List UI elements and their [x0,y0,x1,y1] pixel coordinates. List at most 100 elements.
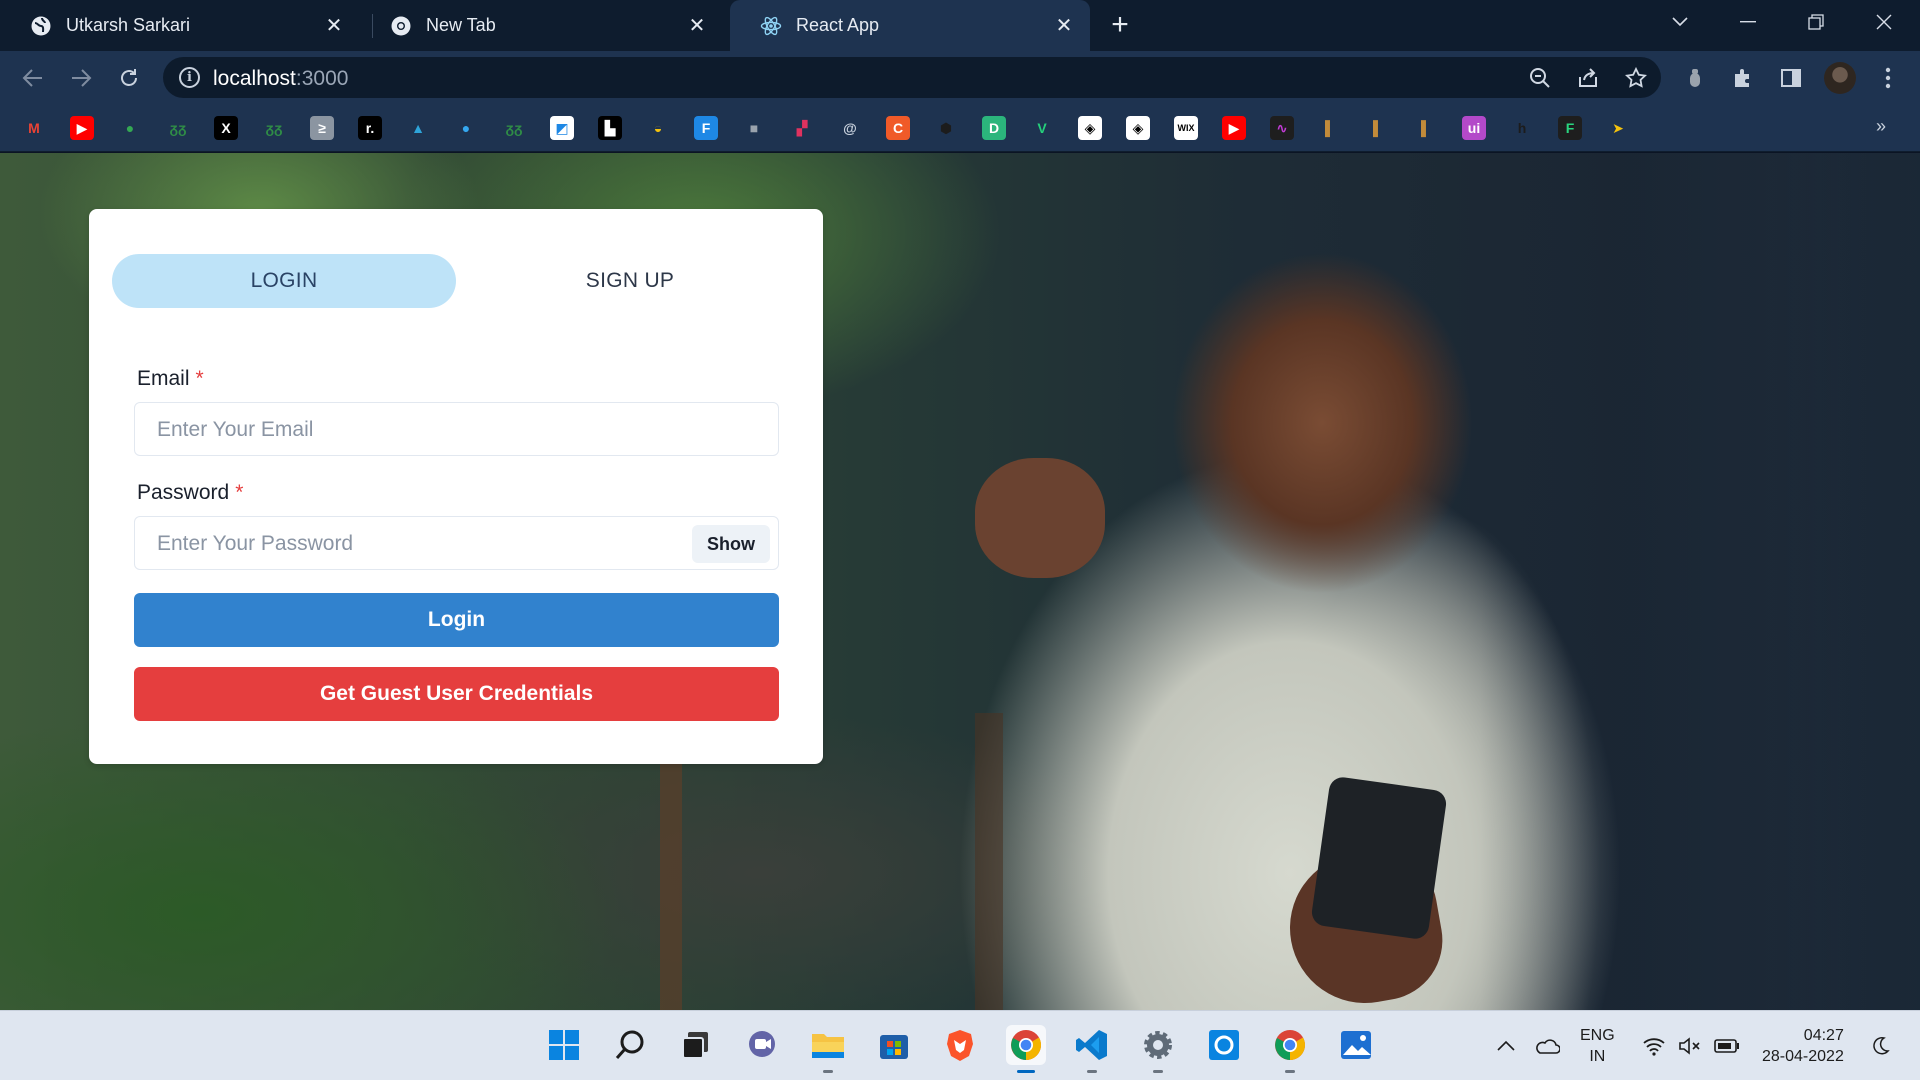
site-info-icon[interactable]: i [179,67,200,88]
url-port: :3000 [295,67,349,90]
battery-icon[interactable] [1714,1011,1740,1080]
tab-search-icon[interactable] [1652,0,1708,44]
dot-icon[interactable]: ● [454,116,478,140]
cube-icon[interactable]: ■ [742,116,766,140]
mountain-icon[interactable]: ▲ [406,116,430,140]
x-icon[interactable]: X [214,116,238,140]
password-field[interactable]: Enter Your Password Show [134,516,779,570]
youtube-icon-2[interactable]: ▶ [1222,116,1246,140]
reload-icon[interactable] [114,63,144,93]
book-icon-2[interactable]: ▌ [1366,116,1390,140]
wix-icon[interactable]: WIX [1174,116,1198,140]
book-icon[interactable]: ▌ [1318,116,1342,140]
share-icon[interactable] [1575,65,1601,91]
tab-title: New Tab [426,15,496,35]
globe-icon [30,15,52,37]
clock[interactable]: 04:27 28-04-2022 [1762,1011,1844,1080]
bookmark-star-icon[interactable] [1623,65,1649,91]
youtube-icon[interactable]: ▶ [70,116,94,140]
zoom-icon[interactable] [1527,65,1553,91]
volume-muted-icon[interactable] [1678,1011,1702,1080]
hackerearth-icon[interactable]: ⬢ [934,116,958,140]
bee-icon[interactable]: ◒ [646,116,670,140]
chrome-icon[interactable] [1006,1025,1046,1073]
black-box-icon[interactable]: ▙ [598,116,622,140]
book-icon-3[interactable]: ▌ [1414,116,1438,140]
vuetify-icon[interactable]: V [1030,116,1054,140]
show-password-button[interactable]: Show [692,525,770,563]
forward-icon[interactable] [66,63,96,93]
codepen-icon-2[interactable]: ◈ [1126,116,1150,140]
photos-icon[interactable] [1336,1025,1376,1065]
login-tab[interactable]: LOGIN [112,254,456,308]
cortana-icon[interactable] [1204,1025,1244,1065]
menu-kebab-icon[interactable] [1873,63,1903,93]
required-mark: * [195,367,204,390]
password-label: Password * [137,481,243,505]
focus-assist-moon-icon[interactable] [1870,1011,1890,1080]
extensions-puzzle-icon[interactable] [1728,63,1758,93]
login-button[interactable]: Login [134,593,779,647]
restore-icon[interactable] [1788,0,1844,44]
codechef-icon[interactable]: C [886,116,910,140]
close-tab-icon[interactable]: ✕ [322,14,346,38]
terminal-icon[interactable]: ≥ [310,116,334,140]
microsoft-store-icon[interactable] [874,1025,914,1065]
teams-chat-icon[interactable] [742,1025,782,1065]
extension-icon[interactable] [1680,63,1710,93]
profile-avatar[interactable] [1824,62,1856,94]
bookmarks-overflow-icon[interactable]: » [1876,116,1886,137]
browser-tab-utkarsh[interactable]: Utkarsh Sarkari ✕ [0,0,360,51]
onedrive-icon[interactable] [1534,1011,1560,1080]
ui-icon[interactable]: ui [1462,116,1486,140]
brave-icon[interactable] [940,1025,980,1065]
spark-icon[interactable]: ➤ [1606,116,1630,140]
wave-icon[interactable]: ∿ [1270,116,1294,140]
replit-icon[interactable]: r. [358,116,382,140]
side-panel-icon[interactable] [1776,63,1806,93]
clock-time: 04:27 [1803,1027,1844,1044]
geeksforgeeks-icon-3[interactable]: ᵹᵹ [502,116,526,140]
codepen-icon[interactable]: ◈ [1078,116,1102,140]
clock-date: 28-04-2022 [1762,1048,1844,1065]
address-bar[interactable]: i localhost:3000 [163,57,1661,98]
close-tab-icon[interactable]: ✕ [685,14,709,38]
signup-tab[interactable]: SIGN UP [458,254,802,308]
f-icon[interactable]: F [1558,116,1582,140]
back-icon[interactable] [18,63,48,93]
running-indicator [823,1070,833,1073]
vscode-icon[interactable] [1072,1025,1112,1073]
file-explorer-icon[interactable] [808,1025,848,1073]
search-icon[interactable] [610,1025,650,1065]
close-tab-icon[interactable]: ✕ [1052,14,1076,38]
browser-tab-new-tab[interactable]: New Tab ✕ [360,0,723,51]
background-hand [975,458,1105,578]
geeksforgeeks-icon[interactable]: ᵹᵹ [166,116,190,140]
browser-tab-react-app[interactable]: React App ✕ [730,0,1090,51]
wifi-icon[interactable] [1642,1011,1666,1080]
new-tab-button[interactable]: + [1105,10,1135,41]
settings-icon[interactable] [1138,1025,1178,1073]
blocks-icon[interactable]: ▞ [790,116,814,140]
guest-credentials-button[interactable]: Get Guest User Credentials [134,667,779,721]
bookmarks-bar: » M ▶ ● ᵹᵹ Xᵹᵹ ≥ r. ▲ ● ᵹᵹ ◩ ▙ ◒ F ■ ▞ @ C ⬢ D V ◈ ◈ WIX ▶ ∿ ▌ ▌ ▌ ui… [0,104,1920,152]
circle-a-icon[interactable]: @ [838,116,862,140]
browser-tab-strip: Utkarsh Sarkari ✕ New Tab ✕ React App ✕ … [0,0,1920,51]
d-icon[interactable]: D [982,116,1006,140]
frontend-icon[interactable]: F [694,116,718,140]
task-view-icon[interactable] [676,1025,716,1065]
minimize-icon[interactable] [1720,0,1776,44]
show-hidden-icons[interactable] [1496,1011,1516,1080]
chrome-icon-2[interactable] [1270,1025,1310,1073]
language-indicator[interactable]: ENG IN [1580,1011,1615,1080]
maps-icon[interactable]: ● [118,116,142,140]
gmail-icon[interactable]: M [22,116,46,140]
box-icon[interactable]: ◩ [550,116,574,140]
geeksforgeeks-icon-2[interactable]: ᵹᵹ [262,116,286,140]
close-window-icon[interactable] [1856,0,1912,44]
windows-start-icon[interactable] [544,1025,584,1065]
email-field[interactable]: Enter Your Email [134,402,779,456]
background-post [660,753,682,1010]
chrome-icon [390,15,412,37]
h-icon[interactable]: h [1510,116,1534,140]
